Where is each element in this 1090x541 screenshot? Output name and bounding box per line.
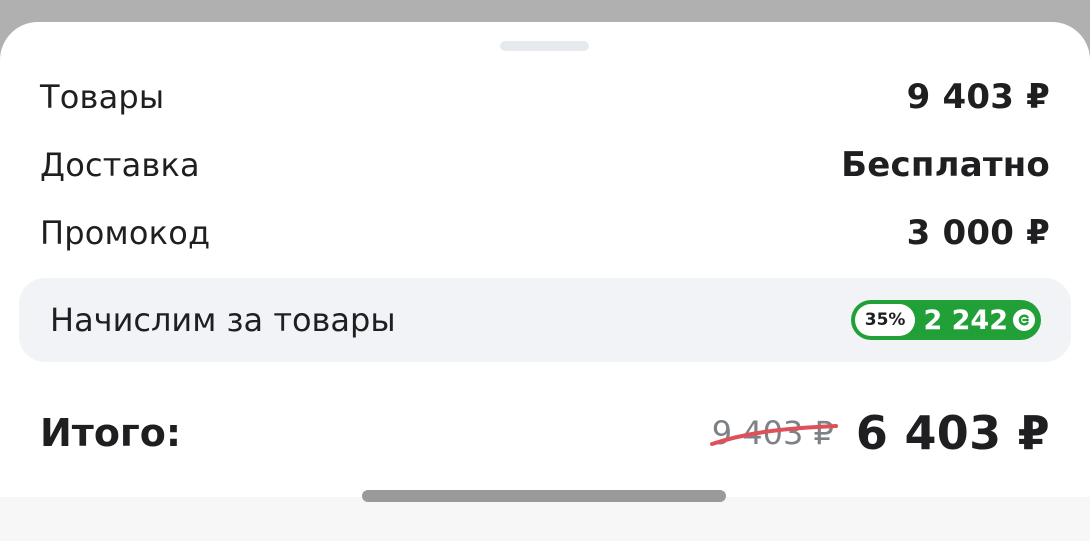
delivery-value: Бесплатно (841, 145, 1050, 185)
promo-label: Промокод (40, 214, 211, 252)
total-values: 9 403 ₽ 6 403 ₽ (709, 406, 1050, 460)
total-row: Итого: 9 403 ₽ 6 403 ₽ (40, 400, 1050, 466)
sheet-drag-handle[interactable] (500, 41, 589, 51)
strikethrough-icon (709, 424, 838, 446)
goods-value: 9 403 ₽ (906, 77, 1050, 117)
home-indicator[interactable] (362, 490, 726, 502)
bottom-bar (0, 497, 1090, 541)
total-label: Итого: (40, 411, 182, 455)
bonus-coin-icon (1013, 309, 1035, 331)
delivery-label: Доставка (40, 146, 200, 184)
bonus-label: Начислим за товары (50, 301, 396, 339)
promo-value: 3 000 ₽ (906, 213, 1050, 253)
order-summary-sheet: Товары 9 403 ₽ Доставка Бесплатно Промок… (0, 22, 1090, 541)
old-price: 9 403 ₽ (709, 414, 838, 452)
goods-row: Товары 9 403 ₽ (40, 72, 1050, 122)
promo-row: Промокод 3 000 ₽ (40, 208, 1050, 258)
bonus-percent: 35% (854, 304, 916, 336)
goods-label: Товары (40, 78, 165, 116)
delivery-row: Доставка Бесплатно (40, 140, 1050, 190)
bonus-amount: 2 242 (923, 304, 1008, 336)
new-price: 6 403 ₽ (855, 406, 1050, 460)
bonus-badge: 35% 2 242 (850, 300, 1041, 340)
bonus-card[interactable]: Начислим за товары 35% 2 242 (19, 278, 1071, 362)
